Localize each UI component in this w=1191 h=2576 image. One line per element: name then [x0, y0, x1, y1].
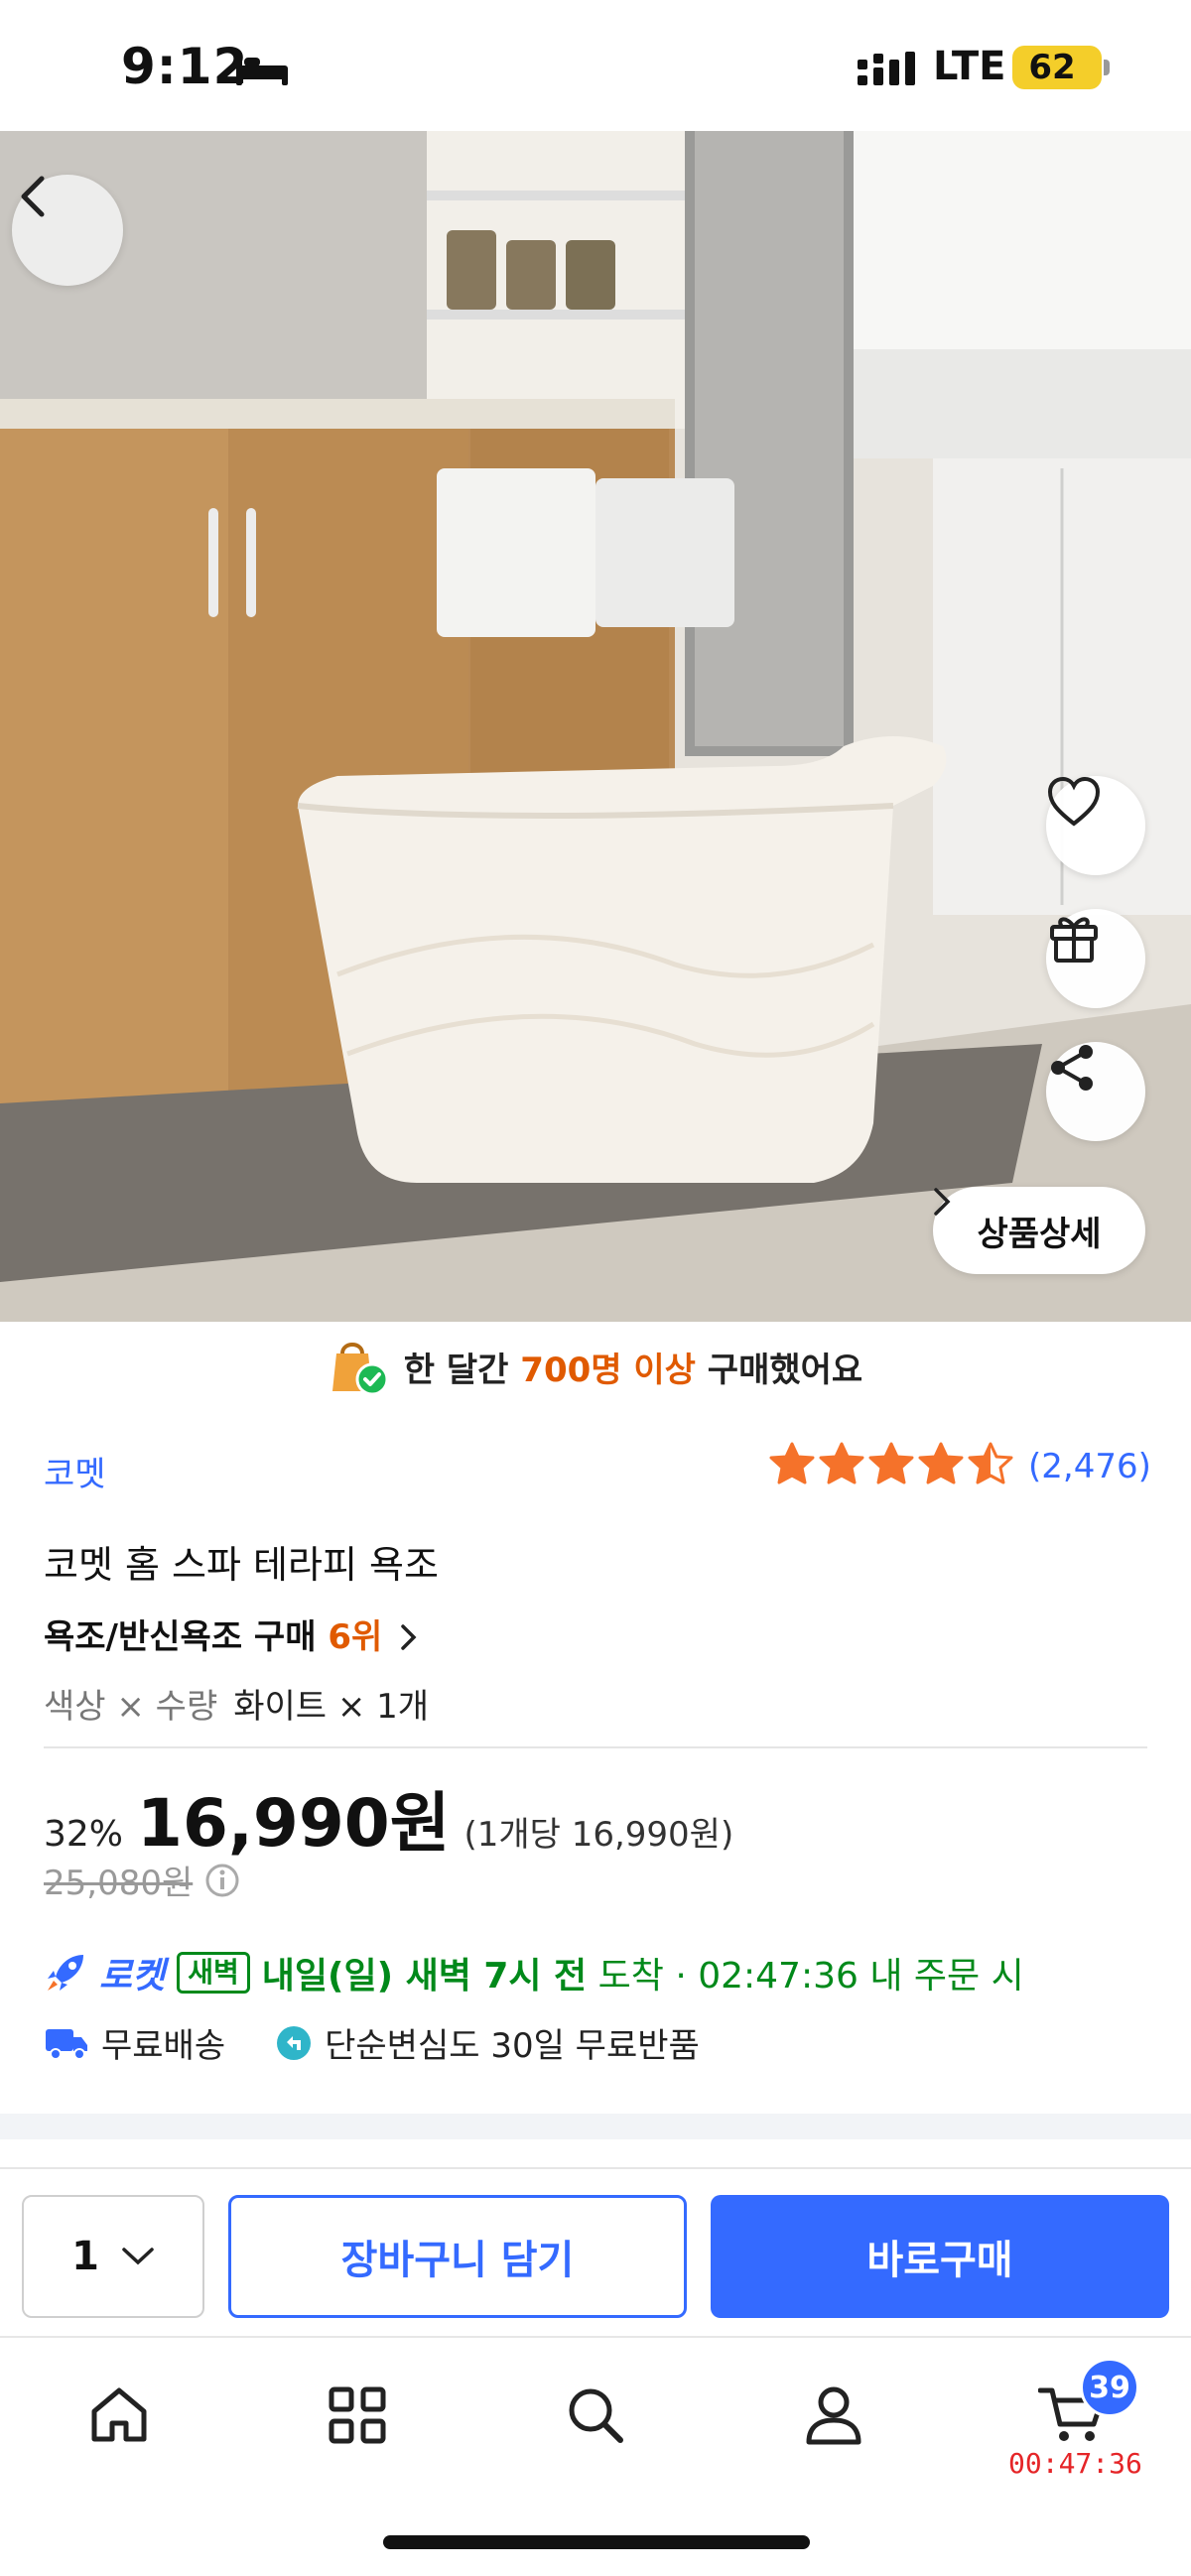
home-icon [91, 2387, 147, 2442]
tab-my-account[interactable] [794, 2376, 873, 2455]
quantity-value: 1 [71, 2234, 99, 2279]
quantity-select[interactable]: 1 [22, 2195, 204, 2318]
option-selector[interactable]: 색상 × 수량 화이트 × 1개 [44, 1679, 429, 1728]
chevron-right-icon [934, 1188, 951, 1216]
battery-level: 62 [1028, 48, 1076, 87]
section-divider [0, 2114, 1191, 2139]
free-shipping-text: 무료배송 [101, 2026, 226, 2066]
search-icon [569, 2388, 623, 2443]
wishlist-button[interactable] [1046, 776, 1145, 875]
back-button[interactable] [12, 175, 123, 286]
add-to-cart-button[interactable]: 장바구니 담기 [228, 2195, 687, 2318]
option-value: 화이트 × 1개 [233, 1687, 430, 1727]
signal-icon [858, 52, 915, 85]
sleep-focus-icon [236, 56, 288, 85]
user-icon [806, 2386, 861, 2445]
star-icon [968, 1442, 1013, 1484]
unit-price: (1개당 16,990원) [463, 1815, 734, 1855]
rank-category: 욕조/반신욕조 구매 [44, 1617, 329, 1657]
original-price-row: 25,080원 [44, 1856, 240, 1904]
star-icon [918, 1442, 964, 1484]
chevron-left-icon [21, 176, 45, 217]
star-icon [819, 1442, 864, 1484]
gift-icon [1050, 917, 1098, 963]
status-bar: 9:12 LTE 62 [0, 0, 1191, 131]
category-rank-link[interactable]: 욕조/반신욕조 구매 6위 [44, 1610, 418, 1658]
network-type: LTE [933, 44, 1006, 89]
rocket-delivery-row: 로켓 새벽 내일(일) 새벽 7시 전 도착 · 02:47:36 내 주문 시 [44, 1947, 1024, 1998]
arrival-deadline: 도착 · 02:47:36 내 주문 시 [587, 1956, 1024, 1996]
product-photo [0, 131, 1191, 1322]
grid-icon [329, 2386, 386, 2444]
truck-icon [46, 2028, 87, 2060]
rating-stars[interactable] [768, 1441, 1014, 1486]
cart-count-badge: 39 [1080, 2358, 1139, 2417]
brand-link[interactable]: 코멧 [44, 1447, 106, 1495]
tab-categories[interactable] [318, 2376, 397, 2455]
banner-suffix: 구매했어요 [695, 1350, 863, 1390]
star-icon [769, 1442, 815, 1484]
rocket-label: 로켓 [99, 1956, 166, 1996]
battery-tip [1104, 60, 1110, 75]
share-icon [1051, 1045, 1093, 1091]
arrival-text: 내일(일) 새벽 7시 전 도착 · 02:47:36 내 주문 시 [262, 1947, 1024, 1998]
info-icon[interactable] [204, 1863, 240, 1898]
option-label: 색상 × 수량 [44, 1687, 218, 1727]
banner-prefix: 한 달간 [403, 1350, 521, 1390]
shipping-info-row: 무료배송 단순변심도 30일 무료반품 [44, 2018, 700, 2067]
gift-button[interactable] [1046, 909, 1145, 1008]
chevron-right-icon [401, 1624, 417, 1650]
product-detail-label: 상품상세 [977, 1214, 1102, 1254]
price-row: 32% 16,990원 (1개당 16,990원) [44, 1770, 733, 1866]
tab-home[interactable] [79, 2376, 159, 2455]
tab-search[interactable] [556, 2376, 635, 2455]
share-button[interactable] [1046, 1042, 1145, 1141]
shopping-bag-check-icon [331, 1343, 389, 1396]
chevron-down-icon [122, 2248, 154, 2265]
rocket-icon [48, 1955, 83, 1991]
sale-price: 16,990원 [137, 1785, 451, 1862]
star-icon [868, 1442, 914, 1484]
banner-highlight: 700명 이상 [520, 1350, 696, 1390]
rank-number: 6위 [328, 1617, 383, 1657]
product-title: 코멧 홈 스파 테라피 욕조 [44, 1543, 439, 1587]
status-time: 9:12 [121, 38, 249, 95]
original-price: 25,080원 [44, 1864, 194, 1903]
divider [44, 1746, 1147, 1748]
cart-timer: 00:47:36 [1008, 2447, 1142, 2480]
review-count-link[interactable]: (2,476) [1028, 1447, 1151, 1486]
product-detail-button[interactable]: 상품상세 [933, 1187, 1145, 1274]
banner-text: 한 달간 700명 이상 구매했어요 [404, 1343, 862, 1391]
buy-now-button[interactable]: 바로구매 [711, 2195, 1169, 2318]
arrival-time: 내일(일) 새벽 7시 전 [261, 1956, 588, 1996]
battery-icon: 62 [1012, 46, 1102, 89]
discount-rate: 32% [44, 1814, 124, 1855]
purchase-count-banner: 한 달간 700명 이상 구매했어요 [0, 1322, 1191, 1411]
dawn-badge: 새벽 [177, 1952, 250, 1994]
product-image-carousel[interactable]: 상품상세 [0, 131, 1191, 1322]
return-icon [277, 2025, 312, 2060]
heart-icon [1047, 776, 1101, 827]
return-policy-text: 단순변심도 30일 무료반품 [325, 2026, 700, 2066]
purchase-action-bar: 1 장바구니 담기 바로구매 [0, 2167, 1191, 2336]
home-indicator [383, 2535, 810, 2549]
